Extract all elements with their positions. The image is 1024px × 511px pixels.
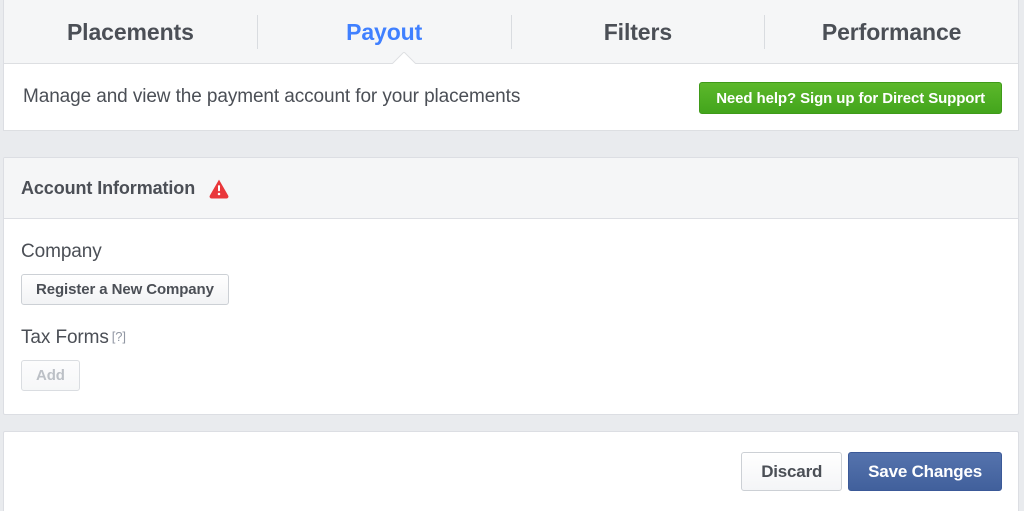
- tab-filters[interactable]: Filters: [512, 0, 765, 64]
- top-panel: Placements Payout Filters Performance Ma…: [3, 0, 1019, 131]
- account-information-title: Account Information: [21, 177, 196, 198]
- tab-bar: Placements Payout Filters Performance: [4, 0, 1018, 64]
- company-label-text: Company: [21, 241, 102, 262]
- tab-payout[interactable]: Payout: [258, 0, 511, 64]
- account-information-header: Account Information: [4, 158, 1018, 219]
- direct-support-signup-button[interactable]: Need help? Sign up for Direct Support: [699, 82, 1002, 114]
- footer-action-bar: Discard Save Changes: [3, 431, 1019, 511]
- tax-forms-field-group: Tax Forms [?] Add: [21, 327, 1001, 391]
- tab-performance[interactable]: Performance: [765, 0, 1018, 64]
- tab-placements[interactable]: Placements: [4, 0, 257, 64]
- account-information-card: Account Information Company Register a N…: [3, 157, 1019, 415]
- tax-forms-help-icon[interactable]: [?]: [112, 329, 126, 344]
- tax-forms-label-text: Tax Forms: [21, 327, 109, 348]
- discard-button[interactable]: Discard: [741, 452, 843, 491]
- tax-forms-label: Tax Forms [?]: [21, 327, 1001, 349]
- footer-buttons: Discard Save Changes: [741, 452, 1002, 491]
- description-row: Manage and view the payment account for …: [4, 64, 1018, 130]
- account-information-body: Company Register a New Company Tax Forms…: [4, 219, 1018, 391]
- company-field-group: Company Register a New Company: [21, 241, 1001, 305]
- save-changes-button[interactable]: Save Changes: [848, 452, 1002, 491]
- add-tax-form-button[interactable]: Add: [21, 360, 80, 391]
- payout-settings-page: Placements Payout Filters Performance Ma…: [0, 0, 1024, 511]
- register-new-company-button[interactable]: Register a New Company: [21, 274, 229, 305]
- company-label: Company: [21, 241, 1001, 263]
- warning-triangle-icon: [208, 177, 230, 199]
- page-description: Manage and view the payment account for …: [23, 86, 521, 107]
